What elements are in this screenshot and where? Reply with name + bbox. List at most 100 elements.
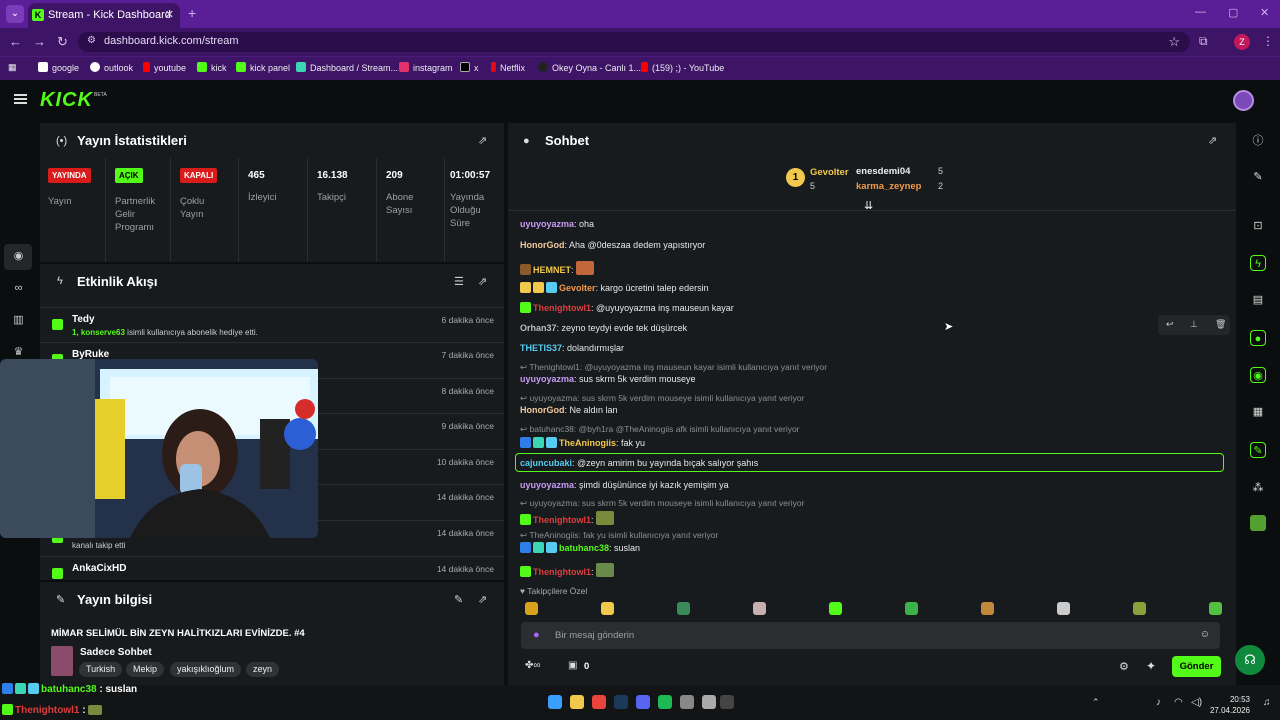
close-window-button[interactable]: ✕ xyxy=(1260,6,1269,19)
reload-icon[interactable]: ↻ xyxy=(57,34,68,50)
emote-button[interactable] xyxy=(1057,602,1070,615)
emote-button[interactable] xyxy=(753,602,766,615)
gift-icon[interactable]: ▣ xyxy=(568,660,577,671)
clock[interactable]: 20:53 27.04.2026 xyxy=(1206,694,1250,716)
chat-username[interactable]: TheAninogiis xyxy=(559,438,616,448)
bookmark-netflix[interactable]: Netflix xyxy=(491,62,525,73)
file-explorer-icon[interactable] xyxy=(570,695,584,709)
tab-search-button[interactable]: ⌄ xyxy=(6,5,24,23)
chat-message[interactable]: uyuyoyazma: sus skrm 5k verdim mouseye xyxy=(520,374,696,384)
trophy-icon[interactable]: ♛ xyxy=(12,346,25,359)
emote-button[interactable] xyxy=(829,602,842,615)
chat-message[interactable]: Thenightowl1: @uyuyoyazma inş mauseun ka… xyxy=(520,302,734,313)
third-gifter-name[interactable]: karma_zeynep xyxy=(856,181,921,192)
chat-username[interactable]: cajuncubaki xyxy=(520,458,572,468)
send-button[interactable]: Gönder xyxy=(1172,656,1221,677)
chat-username[interactable]: Orhan37 xyxy=(520,323,557,333)
chat-username[interactable]: uyuyoyazma xyxy=(520,219,574,229)
activity-popout-icon[interactable]: ⇗ xyxy=(478,275,487,288)
bookmark-youtube-2[interactable]: (159) ;) - YouTube xyxy=(641,62,724,73)
wrench-panel-icon[interactable]: ✎ xyxy=(1250,442,1266,458)
emote-button[interactable] xyxy=(1133,602,1146,615)
profile-avatar[interactable]: Z xyxy=(1234,34,1250,50)
points-icon[interactable]: ✤∞ xyxy=(525,660,541,671)
bookmark-star-icon[interactable]: ☆ xyxy=(1168,34,1180,50)
chat-message[interactable]: Thenightowl1: xyxy=(520,511,615,525)
info-icon[interactable]: ⓘ xyxy=(1250,133,1266,149)
back-icon[interactable]: ← xyxy=(9,34,22,49)
notification-icon[interactable]: ♫ xyxy=(1263,697,1271,708)
emote-button[interactable] xyxy=(601,602,614,615)
spotify-icon[interactable] xyxy=(658,695,672,709)
bookmark-okey[interactable]: Okey Oyna - Canlı 1... xyxy=(538,62,641,73)
screenshot-icon[interactable]: ⊡ xyxy=(1250,218,1266,234)
bookmark-google[interactable]: google xyxy=(38,62,79,73)
app-tile-icon[interactable] xyxy=(1250,515,1266,531)
stream-info-popout-icon[interactable]: ⇗ xyxy=(478,593,487,606)
chat-username[interactable]: uyuyoyazma xyxy=(520,374,574,384)
bookmark-kick-panel[interactable]: kick panel xyxy=(236,62,290,73)
kick-logo[interactable]: KICK xyxy=(40,89,93,112)
maximize-button[interactable]: ▢ xyxy=(1228,6,1238,19)
chat-message[interactable]: cajuncubaki: @zeyn amirim bu yayında bıç… xyxy=(520,458,758,468)
chat-message[interactable]: Gevolter: kargo ücretini talep edersin xyxy=(520,282,709,293)
active-tab[interactable]: K Stream - Kick Dashboard ✕ xyxy=(28,3,180,28)
emoji-icon[interactable]: ☺ xyxy=(1200,629,1210,640)
menu-icon[interactable]: ⋮ xyxy=(1262,34,1274,48)
chat-settings-icon[interactable]: ⚙ xyxy=(1119,660,1129,673)
chat-username[interactable]: batuhanc38 xyxy=(559,543,609,553)
extensions-icon[interactable]: ⧉ xyxy=(1199,34,1208,49)
settings-icon[interactable] xyxy=(702,695,716,709)
reply-icon[interactable]: ↩ xyxy=(1166,319,1174,330)
chat-message[interactable]: Thenightowl1: xyxy=(520,563,615,577)
chat-username[interactable]: Gevolter xyxy=(559,283,596,293)
discord-icon[interactable] xyxy=(636,695,650,709)
broadcast-panel-icon[interactable]: ◉ xyxy=(1250,367,1266,383)
analytics-icon[interactable]: ▥ xyxy=(12,314,25,327)
chat-username[interactable]: HonorGod xyxy=(520,405,565,415)
chat-message[interactable]: uyuyoyazma: oha xyxy=(520,219,594,229)
emote-button[interactable] xyxy=(905,602,918,615)
bookmark-instagram[interactable]: instagram xyxy=(399,62,453,73)
support-icon[interactable]: ☊ xyxy=(1235,645,1265,675)
game-icon[interactable] xyxy=(680,695,694,709)
menu-toggle-icon[interactable] xyxy=(14,94,27,104)
wifi-icon[interactable]: ◠ xyxy=(1174,697,1183,708)
document-icon[interactable]: ▤ xyxy=(1250,292,1266,308)
chat-input[interactable]: ● Bir mesaj gönderin ☺ xyxy=(521,622,1220,649)
chat-username[interactable]: HEMNET xyxy=(533,265,571,275)
filter-icon[interactable]: ☰ xyxy=(454,275,464,288)
chat-message[interactable]: HonorGod: Aha @0deszaa dedem yapıstıryor xyxy=(520,240,705,250)
tray-expand-icon[interactable]: ⌃ xyxy=(1092,697,1100,708)
lightning-panel-icon[interactable]: ϟ xyxy=(1250,255,1266,271)
volume-icon[interactable]: ◁) xyxy=(1191,697,1202,708)
mic-tray-icon[interactable]: ♪ xyxy=(1156,697,1161,708)
activity-user[interactable]: AnkaCixHD xyxy=(72,563,126,574)
chrome-icon[interactable] xyxy=(592,695,606,709)
stats-popout-icon[interactable]: ⇗ xyxy=(478,134,487,147)
address-bar[interactable]: ⚙ dashboard.kick.com/stream ☆ xyxy=(78,32,1190,52)
activity-user[interactable]: Tedy xyxy=(72,314,95,325)
minimize-button[interactable]: — xyxy=(1195,6,1206,18)
chat-username[interactable]: Thenightowl1 xyxy=(533,567,591,577)
chat-username[interactable]: uyuyoyazma xyxy=(520,480,574,490)
tag-pill[interactable]: zeyn xyxy=(246,662,280,677)
bookmark-outlook[interactable]: outlook xyxy=(90,62,133,73)
chat-panel-icon[interactable]: ● xyxy=(1250,330,1266,346)
chat-message[interactable]: HonorGod: Ne aldın lan xyxy=(520,405,618,415)
emote-button[interactable] xyxy=(525,602,538,615)
top-gifter-name[interactable]: Gevolter xyxy=(810,167,849,178)
share-icon[interactable]: ⁂ xyxy=(1250,480,1266,496)
emote-button[interactable] xyxy=(981,602,994,615)
user-avatar[interactable] xyxy=(1233,90,1254,111)
new-tab-button[interactable]: + xyxy=(188,5,196,21)
print-icon[interactable]: ▦ xyxy=(1250,404,1266,420)
close-tab-icon[interactable]: ✕ xyxy=(165,8,174,21)
chat-message[interactable]: Orhan37: zeyno teydyi evde tek düşürcek xyxy=(520,323,687,333)
apps-icon[interactable]: ▦ xyxy=(8,62,17,73)
bookmark-dashboard[interactable]: Dashboard / Stream... xyxy=(296,62,398,73)
chat-username[interactable]: THETIS37 xyxy=(520,343,562,353)
chat-username[interactable]: Thenightowl1 xyxy=(533,303,591,313)
forward-icon[interactable]: → xyxy=(33,34,46,49)
chat-username[interactable]: Thenightowl1 xyxy=(533,515,591,525)
